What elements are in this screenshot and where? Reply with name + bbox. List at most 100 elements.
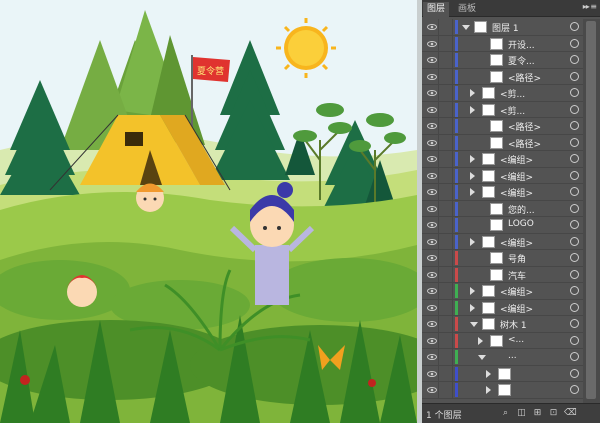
expand-arrow-icon[interactable] [470, 105, 475, 114]
lock-toggle[interactable] [439, 151, 453, 167]
visibility-eye-icon[interactable] [425, 101, 439, 118]
target-circle-icon[interactable] [570, 55, 579, 64]
lock-toggle[interactable] [439, 101, 453, 118]
expand-arrow-icon[interactable] [470, 237, 475, 246]
visibility-eye-icon[interactable] [425, 68, 439, 85]
layer-row[interactable]: <编组> [422, 233, 600, 250]
layer-name[interactable]: <编组> [500, 170, 533, 183]
lock-toggle[interactable] [439, 283, 453, 299]
target-circle-icon[interactable] [570, 71, 579, 81]
target-circle-icon[interactable] [570, 187, 579, 196]
visibility-eye-icon[interactable] [425, 266, 439, 283]
expand-arrow-icon[interactable] [470, 188, 475, 196]
target-circle-icon[interactable] [570, 385, 579, 394]
layer-row[interactable]: <编组> [422, 184, 600, 201]
layer-row[interactable]: ... [422, 349, 600, 366]
lock-toggle[interactable] [439, 134, 453, 151]
layer-row[interactable]: 图层 1 [422, 19, 600, 36]
lock-toggle[interactable] [439, 299, 453, 316]
target-circle-icon[interactable] [570, 368, 579, 378]
layer-name[interactable]: <编组> [500, 302, 533, 315]
lock-toggle[interactable] [439, 68, 453, 85]
collapse-arrow-icon[interactable] [462, 25, 470, 30]
target-circle-icon[interactable] [570, 319, 579, 328]
target-circle-icon[interactable] [570, 203, 579, 213]
artwork-canvas[interactable]: 夏令营 [0, 0, 417, 423]
visibility-eye-icon[interactable] [425, 184, 439, 200]
layer-row[interactable]: <编组> [422, 283, 600, 300]
layer-row[interactable]: <... [422, 332, 600, 349]
expand-arrow-icon[interactable] [470, 155, 475, 163]
layers-panel[interactable]: 图层 画板 ▸▸ ≡ 图层 1 开设... 夏令... <路径> <剪... <剪... <… [422, 0, 600, 423]
layer-name[interactable]: <编组> [500, 285, 533, 298]
clipping-mask-icon[interactable]: ◫ [516, 408, 527, 419]
target-circle-icon[interactable] [570, 286, 579, 295]
layer-name[interactable]: 号角 [508, 252, 526, 265]
layer-name[interactable]: 开设... [508, 38, 535, 51]
layer-row[interactable]: <剪... [422, 101, 600, 118]
target-circle-icon[interactable] [570, 302, 579, 312]
visibility-eye-icon[interactable] [425, 233, 439, 250]
expand-arrow-icon[interactable] [470, 89, 475, 97]
visibility-eye-icon[interactable] [425, 365, 439, 382]
delete-icon[interactable]: ⌫ [564, 408, 577, 419]
lock-toggle[interactable] [439, 233, 453, 250]
target-circle-icon[interactable] [570, 253, 579, 262]
layer-row[interactable] [422, 365, 600, 382]
lock-toggle[interactable] [439, 266, 453, 283]
target-circle-icon[interactable] [570, 38, 579, 48]
layer-name[interactable]: <编组> [500, 236, 533, 249]
layer-name[interactable]: LOGO [508, 219, 534, 229]
layer-row[interactable]: 夏令... [422, 52, 600, 69]
tab-layers[interactable]: 图层 [423, 2, 450, 17]
expand-arrow-icon[interactable] [470, 171, 475, 180]
target-circle-icon[interactable] [570, 269, 579, 279]
visibility-eye-icon[interactable] [425, 250, 439, 266]
visibility-eye-icon[interactable] [425, 283, 439, 299]
lock-toggle[interactable] [439, 250, 453, 266]
visibility-eye-icon[interactable] [425, 118, 439, 134]
scrollbar-thumb[interactable] [586, 21, 596, 399]
layer-name[interactable]: <编组> [500, 153, 533, 166]
visibility-eye-icon[interactable] [425, 134, 439, 151]
target-circle-icon[interactable] [570, 104, 579, 114]
lock-toggle[interactable] [439, 332, 453, 349]
layer-row[interactable]: <路径> [422, 134, 600, 151]
visibility-eye-icon[interactable] [425, 200, 439, 217]
search-icon[interactable]: ⌕ [500, 408, 511, 419]
visibility-eye-icon[interactable] [425, 217, 439, 233]
layer-row[interactable]: 汽车 [422, 266, 600, 283]
layer-name[interactable]: <路径> [508, 71, 541, 84]
visibility-eye-icon[interactable] [425, 52, 439, 68]
layer-row[interactable]: 您的... [422, 200, 600, 217]
layer-name[interactable]: <剪... [500, 87, 525, 100]
lock-toggle[interactable] [439, 200, 453, 217]
target-circle-icon[interactable] [570, 335, 579, 345]
expand-arrow-icon[interactable] [486, 369, 491, 378]
lock-toggle[interactable] [439, 217, 453, 233]
layer-row[interactable]: <剪... [422, 85, 600, 102]
visibility-eye-icon[interactable] [425, 299, 439, 316]
target-circle-icon[interactable] [570, 352, 579, 361]
layer-row[interactable]: 树木 1 [422, 316, 600, 333]
visibility-eye-icon[interactable] [425, 151, 439, 167]
lock-toggle[interactable] [439, 365, 453, 382]
tab-artboards[interactable]: 画板 [454, 2, 480, 17]
layer-name[interactable]: 夏令... [508, 54, 535, 67]
layer-name[interactable]: <编组> [500, 186, 533, 199]
target-circle-icon[interactable] [570, 22, 579, 31]
layer-row[interactable]: <编组> [422, 299, 600, 316]
layer-list[interactable]: 图层 1 开设... 夏令... <路径> <剪... <剪... <路径> <路径> <编组>… [422, 19, 600, 403]
visibility-eye-icon[interactable] [425, 382, 439, 398]
lock-toggle[interactable] [439, 19, 453, 35]
lock-toggle[interactable] [439, 382, 453, 398]
target-circle-icon[interactable] [570, 236, 579, 246]
lock-toggle[interactable] [439, 349, 453, 365]
lock-toggle[interactable] [439, 316, 453, 332]
collapse-arrow-icon[interactable] [478, 355, 486, 360]
scrollbar[interactable] [583, 19, 600, 403]
visibility-eye-icon[interactable] [425, 85, 439, 101]
layer-name[interactable]: <剪... [500, 104, 525, 117]
layer-name[interactable]: 图层 1 [492, 21, 519, 34]
expand-arrow-icon[interactable] [486, 386, 491, 394]
